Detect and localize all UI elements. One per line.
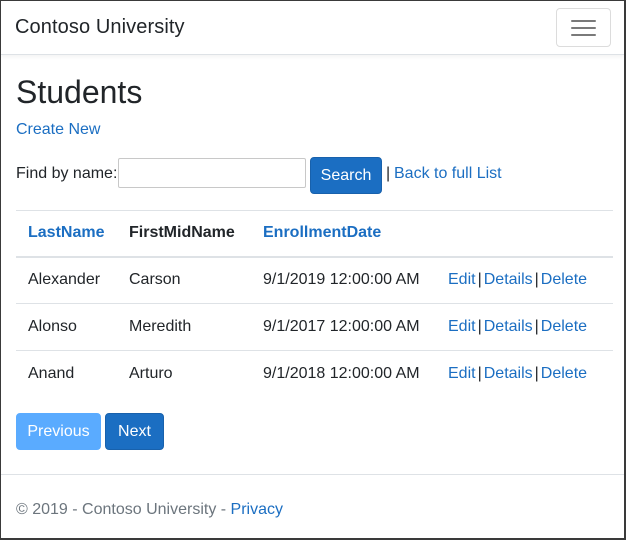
cell-first-mid-name: Carson	[117, 256, 251, 304]
footer-text: © 2019 - Contoso University - Privacy	[16, 501, 283, 519]
find-by-name-label: Find by name:	[16, 165, 118, 182]
separator: |	[477, 271, 482, 289]
separator: |	[477, 365, 482, 383]
navbar-toggler-button[interactable]	[556, 8, 611, 47]
cell-first-mid-name: Arturo	[129, 365, 173, 383]
search-button[interactable]: Search	[310, 157, 382, 194]
page-title: Students	[16, 74, 143, 110]
table-row: Alexander Carson 9/1/2019 12:00:00 AM Ed…	[16, 256, 613, 304]
cell-enrollment-date: 9/1/2019 12:00:00 AM	[251, 256, 436, 304]
table-header-row: LastName FirstMidName EnrollmentDate	[16, 210, 613, 258]
details-link[interactable]: Details	[484, 365, 533, 382]
search-form: Find by name: Search | Back to full List	[16, 156, 616, 194]
delete-link[interactable]: Delete	[541, 271, 587, 288]
next-page-button[interactable]: Next	[105, 413, 164, 450]
delete-link[interactable]: Delete	[541, 365, 587, 382]
copyright-text: © 2019 - Contoso University -	[16, 501, 231, 518]
table-row: Anand Arturo 9/1/2018 12:00:00 AM Edit | D…	[16, 351, 613, 398]
cell-actions: Edit | Details | Delete	[436, 351, 613, 398]
sort-enrollment-date-link[interactable]: EnrollmentDate	[263, 224, 381, 241]
previous-page-button[interactable]: Previous	[16, 413, 101, 450]
cell-actions: Edit | Details | Delete	[436, 256, 613, 304]
hamburger-menu-icon-bar	[571, 27, 596, 29]
cell-enrollment-date: 9/1/2017 12:00:00 AM	[251, 303, 436, 351]
details-link[interactable]: Details	[484, 318, 533, 335]
delete-link[interactable]: Delete	[541, 318, 587, 335]
cell-last-name: Alonso	[16, 303, 117, 351]
browser-viewport: Contoso University Students Create New F…	[0, 0, 626, 540]
header-first-mid-name: FirstMidName	[117, 210, 251, 258]
table-row: Alonso Meredith 9/1/2017 12:00:00 AM Edi…	[16, 303, 613, 351]
cell-enrollment-date: 9/1/2018 12:00:00 AM	[263, 365, 420, 383]
header-enrollment-date[interactable]: EnrollmentDate	[251, 210, 436, 258]
cell-last-name: Alexander	[16, 256, 117, 304]
back-to-full-list-link[interactable]: Back to full List	[394, 165, 502, 183]
separator: |	[534, 318, 539, 335]
students-table: LastName FirstMidName EnrollmentDate Ale…	[16, 210, 613, 398]
create-new-link[interactable]: Create New	[16, 121, 100, 139]
header-actions	[436, 210, 613, 258]
separator: |	[534, 271, 539, 289]
cell-first-mid-name: Meredith	[117, 303, 251, 351]
header-last-name[interactable]: LastName	[16, 210, 117, 258]
edit-link[interactable]: Edit	[448, 271, 476, 288]
sort-last-name-link[interactable]: LastName	[28, 224, 104, 241]
separator: |	[534, 365, 539, 383]
cell-actions: Edit | Details | Delete	[436, 303, 613, 351]
hamburger-menu-icon	[571, 20, 596, 22]
edit-link[interactable]: Edit	[448, 318, 476, 335]
separator: |	[386, 165, 391, 182]
search-input[interactable]	[118, 158, 306, 188]
navbar: Contoso University	[1, 1, 624, 55]
brand-link[interactable]: Contoso University	[15, 16, 185, 39]
details-link[interactable]: Details	[484, 271, 533, 288]
hamburger-menu-icon-bar	[571, 34, 596, 36]
privacy-link[interactable]: Privacy	[231, 501, 283, 518]
footer: © 2019 - Contoso University - Privacy	[1, 474, 624, 538]
separator: |	[477, 318, 482, 335]
cell-last-name: Anand	[28, 365, 75, 383]
edit-link[interactable]: Edit	[448, 365, 476, 382]
